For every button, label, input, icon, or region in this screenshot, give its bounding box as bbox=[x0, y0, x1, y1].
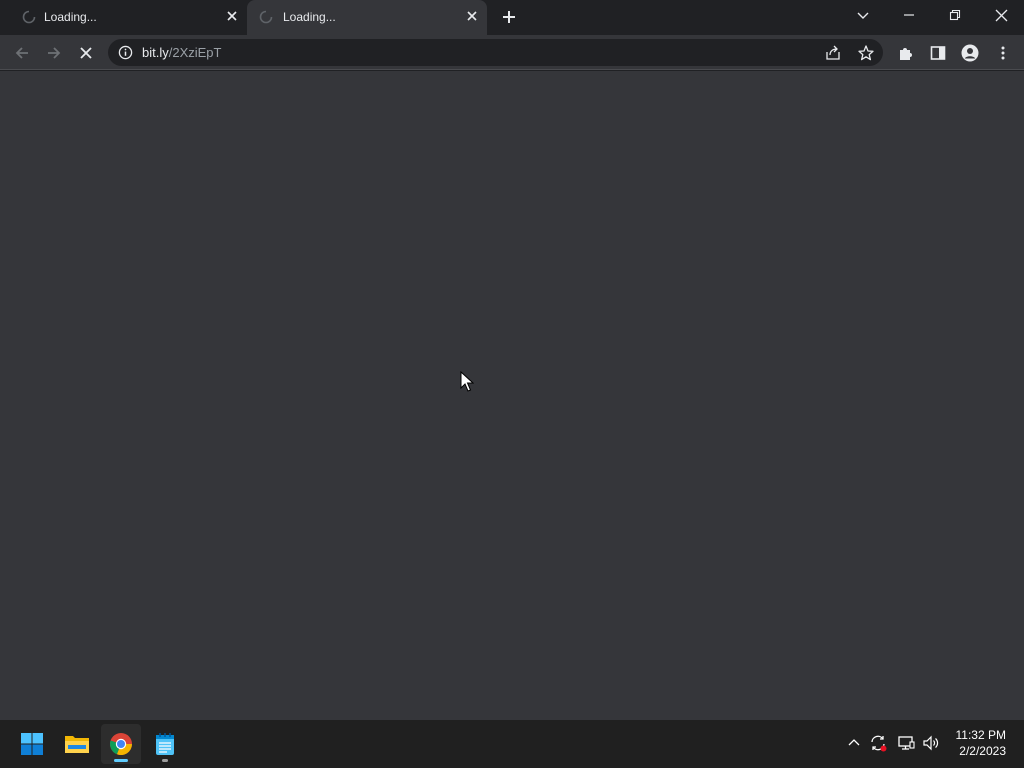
avatar-icon bbox=[961, 44, 979, 62]
chevron-down-icon bbox=[857, 12, 869, 19]
tab-2[interactable]: Loading... bbox=[247, 0, 487, 35]
network-icon bbox=[898, 736, 915, 750]
tab-title: Loading... bbox=[283, 10, 336, 24]
page-content[interactable] bbox=[0, 71, 1024, 720]
arrow-left-icon bbox=[15, 47, 28, 59]
share-icon[interactable] bbox=[824, 44, 842, 62]
close-window-button[interactable] bbox=[979, 0, 1023, 30]
clock-date: 2/2/2023 bbox=[959, 744, 1006, 758]
close-tab-icon[interactable] bbox=[465, 9, 479, 23]
stop-loading-button[interactable] bbox=[74, 41, 98, 65]
info-icon[interactable] bbox=[118, 45, 133, 60]
address-bar[interactable]: bit.ly/2XziEpT bbox=[108, 39, 883, 66]
volume-icon bbox=[923, 735, 939, 751]
arrow-right-icon bbox=[48, 47, 61, 59]
profile-button[interactable] bbox=[958, 41, 982, 65]
taskbar-clock[interactable]: 11:32 PM 2/2/2023 bbox=[946, 727, 1006, 759]
tab-search-button[interactable] bbox=[841, 0, 885, 30]
tab-title: Loading... bbox=[44, 10, 97, 24]
browser-toolbar: bit.ly/2XziEpT bbox=[0, 35, 1024, 70]
sync-status-button[interactable] bbox=[867, 732, 889, 754]
restore-icon bbox=[949, 9, 961, 21]
file-explorer-button[interactable] bbox=[57, 724, 97, 764]
url-text: bit.ly/2XziEpT bbox=[142, 45, 221, 60]
tab-1[interactable]: Loading... bbox=[10, 0, 246, 35]
network-button[interactable] bbox=[895, 732, 917, 754]
windows-start-icon bbox=[21, 733, 43, 755]
minimize-button[interactable] bbox=[887, 0, 931, 30]
minimize-icon bbox=[904, 14, 914, 16]
url-host: bit.ly bbox=[142, 45, 169, 60]
side-panel-button[interactable] bbox=[926, 41, 950, 65]
close-tab-icon[interactable] bbox=[225, 9, 239, 23]
volume-button[interactable] bbox=[920, 732, 942, 754]
notepad-icon bbox=[156, 733, 174, 755]
open-app-indicator bbox=[162, 759, 168, 762]
puzzle-icon bbox=[900, 48, 912, 60]
kebab-menu-icon bbox=[1001, 46, 1005, 60]
restore-button[interactable] bbox=[933, 0, 977, 30]
folder-icon bbox=[65, 736, 89, 753]
active-app-indicator bbox=[114, 759, 128, 762]
forward-button[interactable] bbox=[42, 41, 66, 65]
chrome-taskbar-button[interactable] bbox=[101, 724, 141, 764]
notepad-button[interactable] bbox=[145, 724, 185, 764]
back-button[interactable] bbox=[10, 41, 34, 65]
bookmark-star-icon[interactable] bbox=[857, 44, 875, 62]
stop-icon bbox=[80, 47, 92, 59]
new-tab-icon[interactable] bbox=[500, 8, 518, 26]
mouse-cursor-icon bbox=[460, 371, 474, 392]
show-hidden-icons-button[interactable] bbox=[843, 732, 865, 754]
tab-strip: Loading... Loading... bbox=[0, 0, 1024, 35]
start-button[interactable] bbox=[12, 724, 52, 764]
clock-time: 11:32 PM bbox=[955, 728, 1006, 742]
sync-icon bbox=[871, 735, 887, 752]
loading-spinner-icon bbox=[22, 10, 36, 24]
chrome-icon bbox=[110, 733, 133, 756]
close-icon bbox=[995, 9, 1007, 21]
side-panel-icon bbox=[930, 46, 946, 60]
url-path: /2XziEpT bbox=[168, 45, 222, 60]
extensions-button[interactable] bbox=[894, 41, 918, 65]
chevron-up-icon bbox=[848, 739, 860, 746]
loading-spinner-icon bbox=[259, 10, 273, 24]
menu-button[interactable] bbox=[991, 41, 1015, 65]
